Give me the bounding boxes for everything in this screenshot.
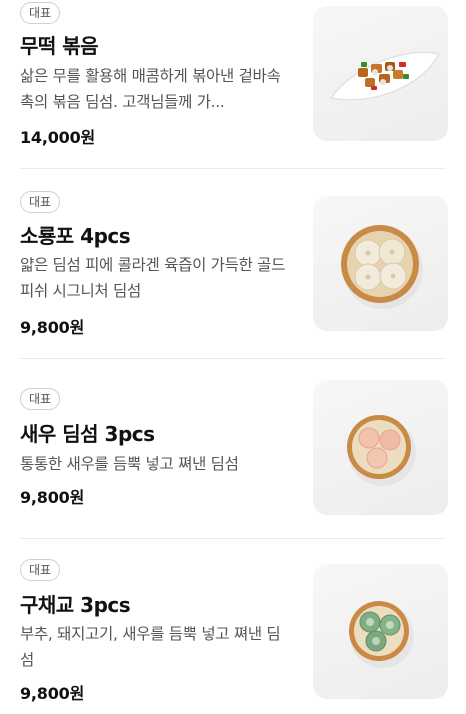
menu-item-mutteok-bokkeum[interactable]: 대표 무떡 볶음 삶은 무를 활용해 매콤하게 볶아낸 겉바속촉의 볶음 딤섬.…: [0, 0, 466, 168]
signature-badge: 대표: [20, 559, 61, 581]
menu-item-description: 통통한 새우를 듬뿍 넣고 쪄낸 딤섬: [20, 455, 239, 473]
menu-item-price: 9,800원: [20, 488, 85, 507]
menu-item-title: 소룡포 4pcs: [20, 224, 131, 248]
menu-item-price: 9,800원: [20, 318, 85, 337]
signature-badge: 대표: [20, 388, 61, 410]
steamer-basket-chive-dumplings-photo: [313, 564, 448, 699]
menu-item-title: 무떡 볶음: [20, 34, 99, 58]
menu-item-shrimp-dimsum[interactable]: 대표 새우 딤섬 3pcs 통통한 새우를 듬뿍 넣고 쪄낸 딤섬 9,800원: [0, 358, 466, 538]
menu-item-price: 14,000원: [20, 128, 96, 147]
menu-item-description: 삶은 무를 활용해 매콤하게 볶아낸 겉바속촉의 볶음 딤섬. 고객님들께 가.…: [20, 67, 281, 111]
menu-item-description: 부추, 돼지고기, 새우를 듬뿍 넣고 쪄낸 딤섬: [20, 625, 281, 669]
menu-item-description: 얇은 딤섬 피에 콜라겐 육즙이 가득한 골드피쉬 시그니처 딤섬: [20, 256, 286, 300]
menu-item-title: 구채교 3pcs: [20, 593, 131, 617]
stir-fried-dish-photo: [313, 6, 448, 141]
menu-item-gucaigyo[interactable]: 대표 구채교 3pcs 부추, 돼지고기, 새우를 듬뿍 넣고 쪄낸 딤섬 9,…: [0, 538, 466, 714]
steamer-basket-dumplings-photo: [313, 196, 448, 331]
menu-item-xiaolongbao[interactable]: 대표 소룡포 4pcs 얇은 딤섬 피에 콜라겐 육즙이 가득한 골드피쉬 시그…: [0, 168, 466, 358]
signature-badge: 대표: [20, 191, 61, 213]
steamer-basket-shrimp-dumplings-photo: [313, 380, 448, 515]
menu-list: 대표 무떡 볶음 삶은 무를 활용해 매콤하게 볶아낸 겉바속촉의 볶음 딤섬.…: [0, 0, 466, 714]
menu-item-price: 9,800원: [20, 684, 85, 703]
signature-badge: 대표: [20, 2, 61, 24]
menu-item-title: 새우 딤섬 3pcs: [20, 422, 155, 446]
